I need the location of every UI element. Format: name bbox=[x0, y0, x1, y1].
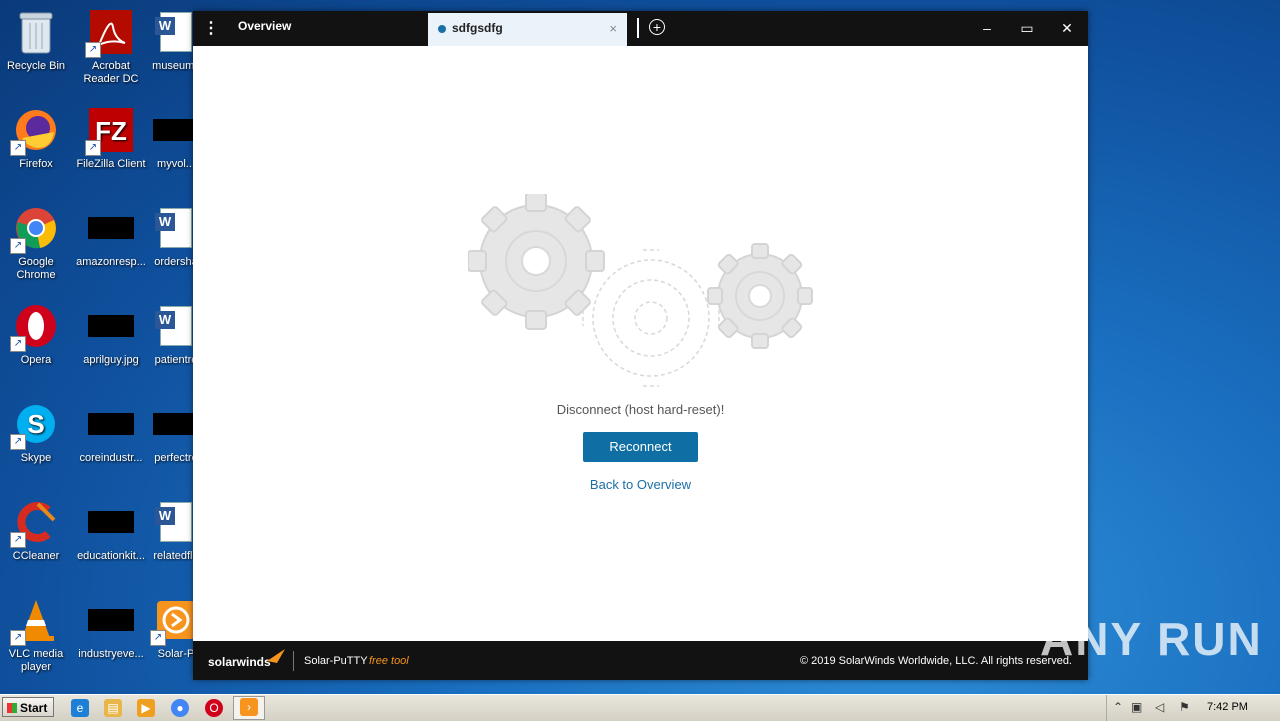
opera-taskbar-icon[interactable]: O bbox=[205, 699, 223, 717]
svg-text:S: S bbox=[27, 409, 44, 439]
start-label: Start bbox=[20, 701, 48, 715]
session-content: Disconnect (host hard-reset)! Reconnect … bbox=[193, 46, 1088, 641]
network-icon[interactable]: ▣ bbox=[1131, 700, 1142, 714]
desktop-icon-label: CCleaner bbox=[12, 550, 60, 562]
desktop-icon-label: Opera bbox=[20, 354, 52, 366]
minimize-button[interactable]: – bbox=[977, 20, 997, 36]
tab-session-sdfgsdfg[interactable]: sdfgsdfg × bbox=[428, 13, 627, 46]
desktop-icon-label: VLC media player bbox=[8, 648, 64, 673]
ccleaner-icon: ↗ bbox=[10, 498, 60, 548]
chrome-taskbar-icon[interactable]: ● bbox=[171, 699, 189, 717]
solar-putty-taskbar-icon: › bbox=[240, 698, 258, 716]
solar-putty-window: ⋮ Overview sdfgsdfg × + – ▭ ✕ Disconnect… bbox=[193, 11, 1088, 680]
tab-label: sdfgsdfg bbox=[452, 21, 503, 35]
solarwinds-flare-icon bbox=[267, 649, 285, 663]
footer-bar: solarwinds Solar-PuTTY free tool © 2019 … bbox=[193, 641, 1088, 680]
show-hidden-icons-icon[interactable]: ⌃ bbox=[1113, 700, 1123, 714]
solar-putty-taskbar-button[interactable]: › bbox=[233, 696, 265, 720]
acrobat-icon: ↗ bbox=[85, 8, 135, 58]
volume-icon[interactable]: ◁ bbox=[1155, 700, 1164, 714]
shortcut-arrow-icon: ↗ bbox=[10, 532, 26, 548]
desktop-icon-label: Google Chrome bbox=[16, 256, 56, 281]
desktop-icon-skype[interactable]: S ↗ Skype bbox=[0, 400, 74, 465]
tab-overview[interactable]: Overview bbox=[238, 19, 291, 33]
product-name: Solar-PuTTY bbox=[304, 655, 368, 667]
shortcut-arrow-icon: ↗ bbox=[10, 238, 26, 254]
connection-status-dot-icon bbox=[438, 25, 446, 33]
file-explorer-icon[interactable]: ▤ bbox=[104, 699, 122, 717]
vlc-cone-icon: ↗ bbox=[10, 596, 60, 646]
tab-close-icon[interactable]: × bbox=[609, 21, 617, 36]
start-button[interactable]: Start bbox=[2, 697, 54, 717]
system-tray: ⌃ ▣ ◁ ⚑ bbox=[1106, 695, 1280, 721]
filezilla-icon: FZ ↗ bbox=[85, 106, 135, 156]
desktop-icon-recycle-bin[interactable]: Recycle Bin bbox=[0, 8, 74, 73]
file-thumbnail-icon bbox=[87, 302, 135, 350]
reconnect-button[interactable]: Reconnect bbox=[583, 432, 698, 462]
desktop-icon-vlc[interactable]: ↗ VLC media player bbox=[0, 596, 74, 674]
desktop-icon-google-chrome[interactable]: ↗ Google Chrome bbox=[0, 204, 74, 282]
shortcut-arrow-icon: ↗ bbox=[85, 140, 101, 156]
action-center-flag-icon[interactable]: ⚑ bbox=[1179, 700, 1190, 714]
shortcut-arrow-icon: ↗ bbox=[150, 630, 166, 646]
solarwinds-logo: solarwinds bbox=[208, 655, 271, 669]
shortcut-arrow-icon: ↗ bbox=[10, 630, 26, 646]
file-thumbnail-icon bbox=[87, 498, 135, 546]
close-window-button[interactable]: ✕ bbox=[1057, 20, 1077, 37]
file-thumbnail-icon bbox=[87, 204, 135, 252]
chrome-icon: ↗ bbox=[10, 204, 60, 254]
firefox-icon: ↗ bbox=[10, 106, 60, 156]
shortcut-arrow-icon: ↗ bbox=[10, 336, 26, 352]
recycle-bin-icon bbox=[12, 8, 60, 56]
anyrun-watermark: ANY RUN bbox=[1040, 613, 1263, 665]
shortcut-arrow-icon: ↗ bbox=[10, 140, 26, 156]
menu-kebab-icon[interactable]: ⋮ bbox=[203, 20, 219, 38]
desktop-icon-label: Firefox bbox=[19, 158, 53, 170]
gears-illustration-icon bbox=[468, 194, 813, 387]
copyright-text: © 2019 SolarWinds Worldwide, LLC. All ri… bbox=[799, 655, 1072, 667]
file-thumbnail-icon bbox=[87, 596, 135, 644]
file-thumbnail-icon bbox=[87, 400, 135, 448]
maximize-button[interactable]: ▭ bbox=[1017, 20, 1037, 37]
desktop-icon-label: Skype bbox=[20, 452, 52, 464]
shortcut-arrow-icon: ↗ bbox=[85, 42, 101, 58]
internet-explorer-icon[interactable]: e bbox=[71, 699, 89, 717]
free-tool-label: free tool bbox=[369, 655, 409, 667]
desktop-icon-label: Recycle Bin bbox=[6, 60, 66, 72]
footer-divider bbox=[293, 651, 294, 671]
windows-logo-icon bbox=[7, 703, 17, 713]
tab-divider bbox=[637, 18, 639, 38]
opera-icon: ↗ bbox=[10, 302, 60, 352]
desktop-icon-opera[interactable]: ↗ Opera bbox=[0, 302, 74, 367]
clock[interactable]: 7:42 PM bbox=[1207, 701, 1248, 713]
back-to-overview-link[interactable]: Back to Overview bbox=[193, 477, 1088, 492]
desktop-icon-firefox[interactable]: ↗ Firefox bbox=[0, 106, 74, 171]
skype-icon: S ↗ bbox=[10, 400, 60, 450]
desktop-icon-ccleaner[interactable]: ↗ CCleaner bbox=[0, 498, 74, 563]
media-player-icon[interactable]: ▶ bbox=[137, 699, 155, 717]
title-bar: ⋮ Overview sdfgsdfg × + – ▭ ✕ bbox=[193, 11, 1088, 46]
shortcut-arrow-icon: ↗ bbox=[10, 434, 26, 450]
add-tab-icon[interactable]: + bbox=[649, 19, 665, 35]
taskbar: Start e ▤ ▶ ● O › ⌃ ▣ ◁ ⚑ 7:42 PM bbox=[0, 694, 1280, 721]
disconnect-message: Disconnect (host hard-reset)! bbox=[556, 402, 725, 417]
